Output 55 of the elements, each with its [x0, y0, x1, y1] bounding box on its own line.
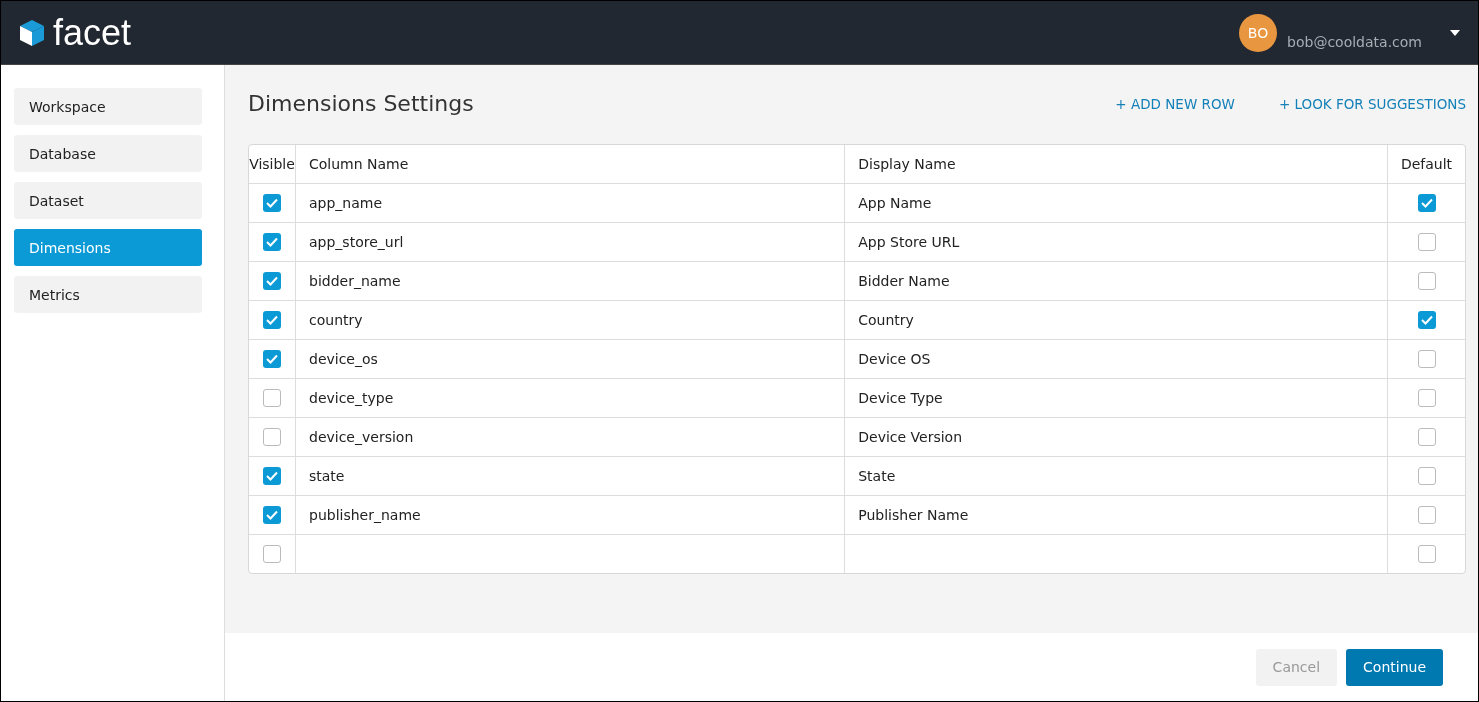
table-cell: app_name [296, 184, 846, 223]
column-header: Visible [249, 145, 296, 184]
column-header: Default [1388, 145, 1465, 184]
table-cell: device_os [296, 340, 846, 379]
checkbox[interactable] [263, 428, 281, 446]
table-cell: Device Type [845, 379, 1388, 418]
checkbox[interactable] [263, 467, 281, 485]
caret-icon[interactable] [1450, 29, 1460, 36]
checkbox[interactable] [1417, 389, 1436, 407]
table-cell: App Store URL [845, 223, 1388, 262]
checkbox[interactable] [1417, 428, 1436, 446]
checkbox[interactable] [1417, 467, 1436, 485]
checkbox[interactable] [263, 311, 281, 329]
checkbox[interactable] [263, 272, 281, 290]
sidebar-item[interactable]: Dimensions [14, 229, 202, 266]
checkbox[interactable] [263, 194, 281, 212]
table-cell: publisher_name [296, 496, 846, 535]
checkbox[interactable] [263, 350, 281, 368]
page-title: Dimensions Settings [248, 91, 474, 116]
sidebar-item[interactable]: Dataset [14, 182, 202, 219]
checkbox[interactable] [1417, 350, 1436, 368]
table-cell: Bidder Name [845, 262, 1388, 301]
table-cell: country [296, 301, 846, 340]
table-cell: app_store_url [296, 223, 846, 262]
table-cell: bidder_name [296, 262, 846, 301]
checkbox[interactable] [1417, 545, 1436, 563]
checkbox[interactable] [1417, 272, 1436, 290]
checkbox[interactable] [1417, 233, 1436, 251]
table-cell: device_type [296, 379, 846, 418]
table-cell: state [296, 457, 846, 496]
column-header: Column Name [296, 145, 846, 184]
table-cell: App Name [845, 184, 1388, 223]
checkbox[interactable] [263, 545, 281, 563]
checkbox[interactable] [1417, 506, 1436, 524]
user-email: bob@cooldata.com [1287, 33, 1422, 50]
cube-logo-icon [19, 18, 45, 47]
continue-button[interactable]: Continue [1346, 648, 1443, 686]
checkbox[interactable] [263, 233, 281, 251]
sidebar-item[interactable]: Database [14, 135, 202, 172]
sidebar-item[interactable]: Workspace [14, 88, 202, 125]
column-header: Display Name [845, 145, 1388, 184]
logo-text: facet [53, 14, 132, 51]
table-cell: Device OS [845, 340, 1388, 379]
checkbox[interactable] [1417, 194, 1436, 212]
table-cell: Country [845, 301, 1388, 340]
action-link[interactable]: + ADD NEW ROW [1115, 95, 1235, 112]
table-cell: device_version [296, 418, 846, 457]
checkbox[interactable] [263, 506, 281, 524]
action-link[interactable]: + LOOK FOR SUGGESTIONS [1278, 95, 1466, 112]
sidebar-item[interactable]: Metrics [14, 276, 202, 313]
checkbox[interactable] [1417, 311, 1436, 329]
table-cell: State [845, 457, 1388, 496]
checkbox[interactable] [263, 389, 281, 407]
table-cell: Device Version [845, 418, 1388, 457]
table-cell: Publisher Name [845, 496, 1388, 535]
